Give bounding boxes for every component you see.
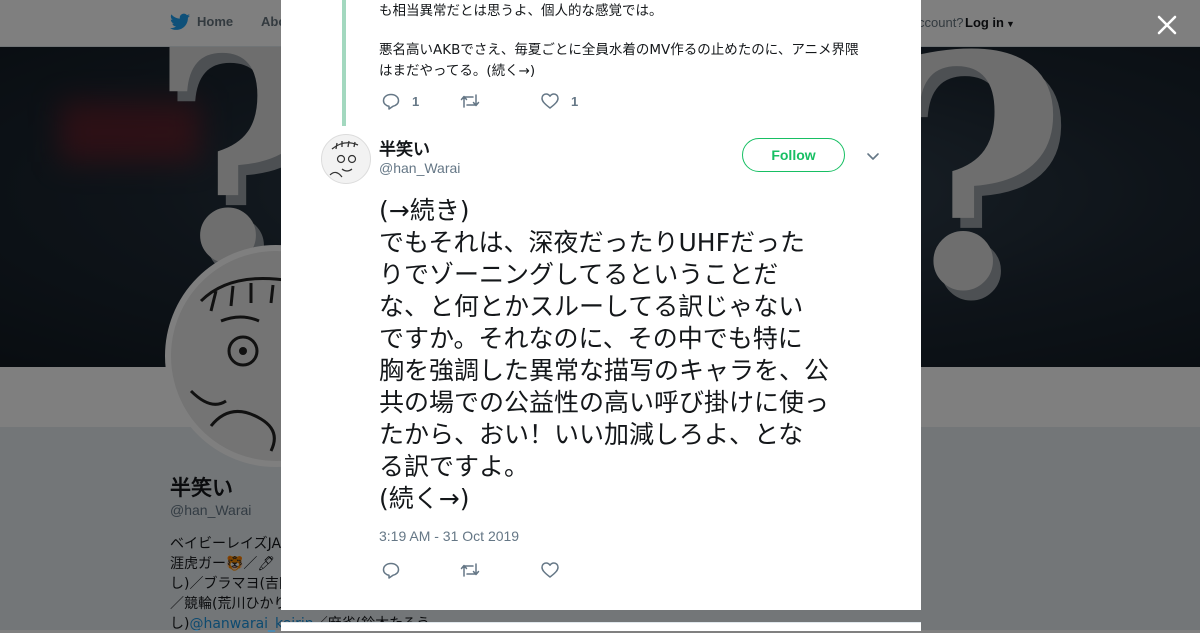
tweet-text-line: 共の場での公益性の高い呼び掛けに使っ xyxy=(379,388,830,417)
tweet-text-line: でもそれは、深夜だったりUHFだった xyxy=(379,228,805,257)
previous-tweet-reply-button[interactable]: 1 xyxy=(382,93,419,110)
reply-count: 1 xyxy=(412,94,420,109)
previous-tweet-text-line: も相当異常だとは思うよ、個人的な感覚では。 xyxy=(379,3,663,19)
avatar-drawing xyxy=(329,140,359,178)
tweet-text-line: たから、おい！いい加減しろよ、とな xyxy=(379,420,804,449)
conversation-thread-line xyxy=(342,0,346,126)
chevron-down-icon[interactable] xyxy=(865,150,881,164)
reply-icon xyxy=(382,93,400,110)
retweet-icon xyxy=(460,94,480,108)
like-count: 1 xyxy=(571,93,579,109)
tweet-timestamp[interactable]: 3:19 AM - 31 Oct 2019 xyxy=(379,528,519,544)
retweet-icon xyxy=(460,563,480,577)
tweet-text-line: ですか。それなのに、その中でも特に xyxy=(379,324,803,353)
previous-tweet-like-button[interactable]: 1 xyxy=(541,93,578,109)
tweet-permalink-modal: も相当異常だとは思うよ、個人的な感覚では。 悪名高いAKBでさえ、毎夏ごとに全員… xyxy=(281,0,921,610)
close-icon[interactable] xyxy=(1152,10,1182,40)
author-handle[interactable]: @han_Warai xyxy=(379,160,460,176)
tweet-text-line: (→続き) xyxy=(379,196,470,225)
follow-button[interactable]: Follow xyxy=(742,138,845,172)
author-avatar[interactable] xyxy=(321,134,371,184)
heart-icon xyxy=(541,562,559,578)
tweet-text-line: る訳ですよ。 xyxy=(379,452,530,481)
reply-icon xyxy=(382,562,400,579)
tweet-text-line: (続く→) xyxy=(379,484,470,513)
author-name[interactable]: 半笑い xyxy=(379,135,430,160)
reply-button[interactable] xyxy=(382,562,400,579)
previous-tweet-text-line: 悪名高いAKBでさえ、毎夏ごとに全員水着のMV作るの止めたのに、アニメ界隈 xyxy=(379,42,859,58)
like-button[interactable] xyxy=(541,562,559,578)
previous-tweet-retweet-button[interactable] xyxy=(460,93,480,109)
tweet-text-line: 胸を強調した異常な描写のキャラを、公 xyxy=(379,356,830,385)
previous-tweet-text-line: はまだやってる。(続く→) xyxy=(379,63,536,79)
tweet-text-line: りでゾーニングしてるということだ xyxy=(379,260,779,289)
tweet-text-line: な、と何とかスルーしてる訳じゃない xyxy=(379,292,804,321)
retweet-button[interactable] xyxy=(460,562,480,578)
heart-icon xyxy=(541,93,559,109)
